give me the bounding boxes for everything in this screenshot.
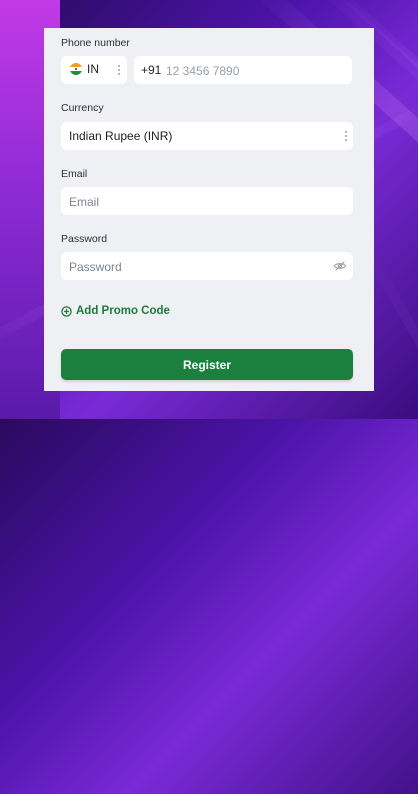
currency-select[interactable]: Indian Rupee (INR) <box>61 122 353 150</box>
currency-selected-value: Indian Rupee (INR) <box>69 129 172 143</box>
password-label: Password <box>61 233 107 245</box>
password-field <box>61 252 353 280</box>
email-input[interactable] <box>67 192 321 212</box>
register-button[interactable]: Register <box>61 349 353 380</box>
currency-label: Currency <box>61 102 104 114</box>
registration-form: Phone number IN +91 Currency Indian Rupe… <box>44 28 374 391</box>
phone-field: +91 <box>134 56 352 84</box>
phone-input[interactable] <box>164 61 348 81</box>
plus-circle-icon <box>61 306 72 317</box>
kebab-menu-icon <box>344 130 347 142</box>
add-promo-code-link[interactable]: Add Promo Code <box>61 305 170 317</box>
eye-slash-icon[interactable] <box>333 259 347 273</box>
country-selector: IN <box>70 62 99 76</box>
india-flag-icon <box>70 63 82 75</box>
phone-prefix: +91 <box>141 63 161 77</box>
phone-label: Phone number <box>61 37 130 49</box>
add-promo-code-label: Add Promo Code <box>76 305 170 317</box>
password-input[interactable] <box>67 257 321 277</box>
email-label: Email <box>61 168 87 180</box>
kebab-menu-icon <box>117 64 120 76</box>
country-code: IN <box>87 62 99 76</box>
country-code-select[interactable]: IN <box>61 56 127 84</box>
email-field <box>61 187 353 215</box>
